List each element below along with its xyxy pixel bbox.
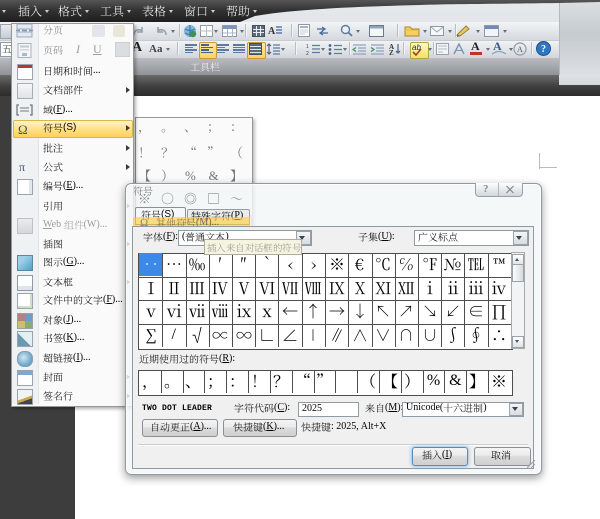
svg-text:1: 1 bbox=[306, 44, 309, 50]
svg-text:A: A bbox=[517, 45, 523, 54]
svg-text:A: A bbox=[268, 26, 276, 37]
svg-text:?: ? bbox=[541, 44, 546, 55]
svg-text:Z: Z bbox=[389, 49, 394, 55]
svg-text:2: 2 bbox=[306, 51, 309, 55]
